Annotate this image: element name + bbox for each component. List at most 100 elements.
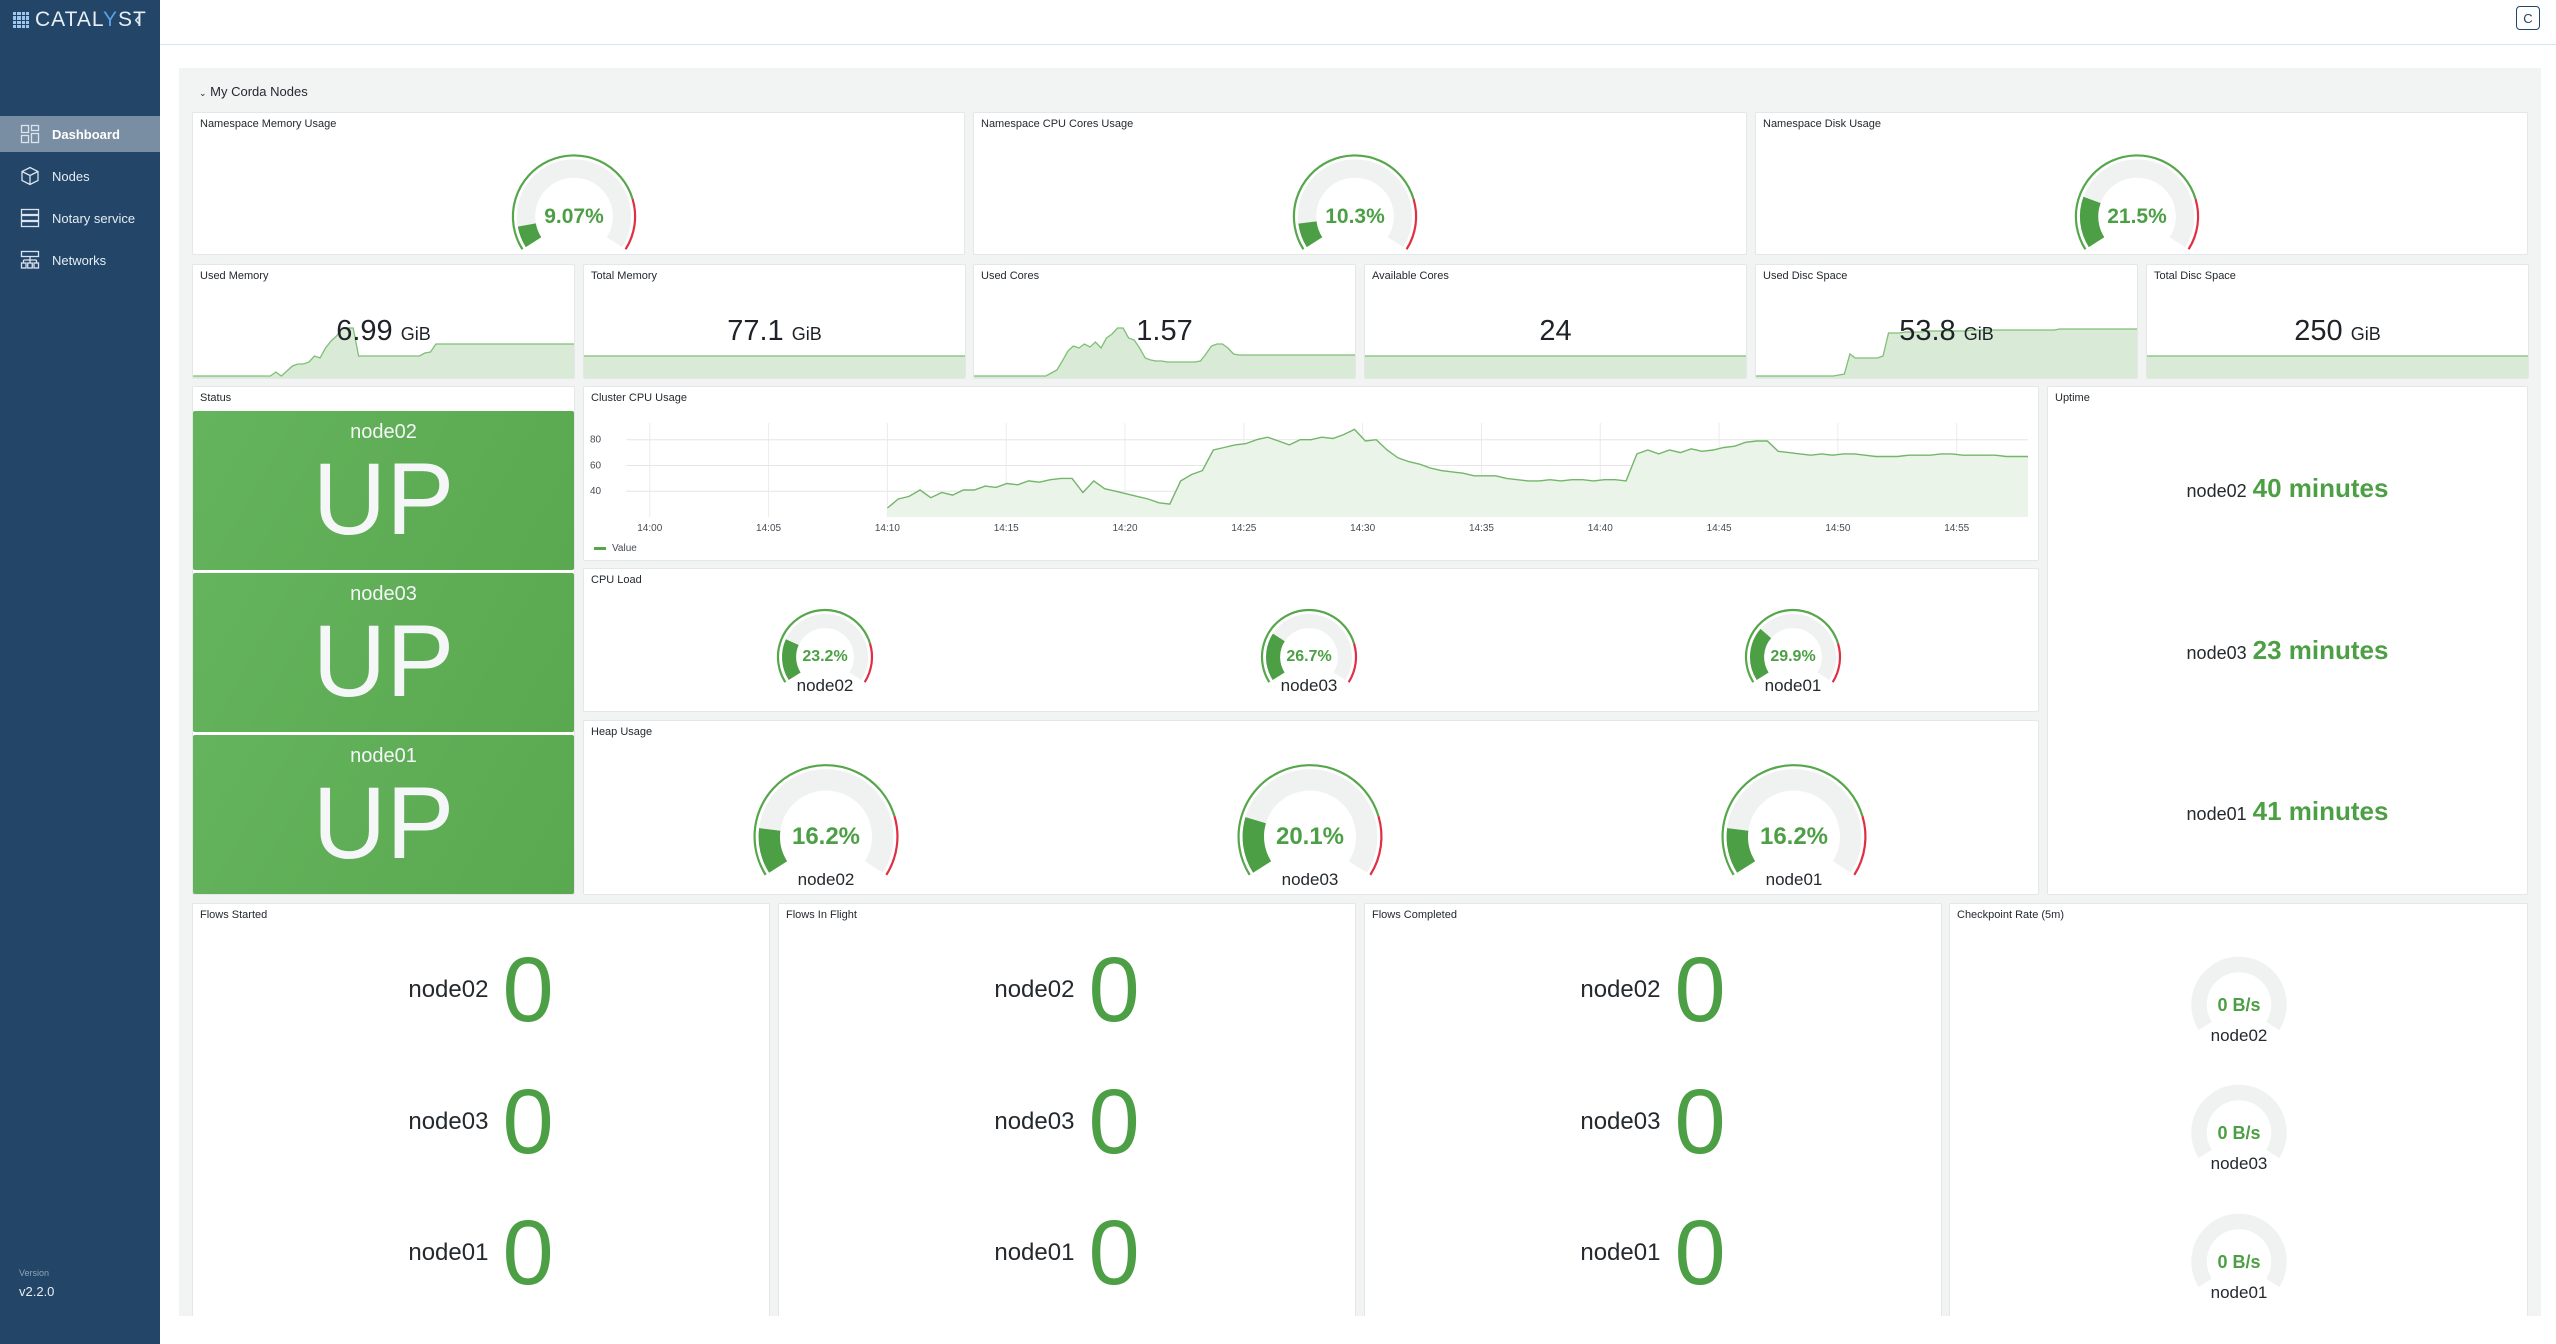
sidebar-item-networks[interactable]: Networks [0,242,160,278]
x-tick-label: 14:15 [994,523,1019,534]
stat-value: 1.57 [974,315,1355,348]
panel-stat-total-disc-space: Total Disc Space 250 GiB [2146,264,2529,379]
uptime-row-node03: node03 23 minutes [2048,635,2527,666]
x-tick-label: 14:35 [1469,523,1494,534]
panel-stat-used-cores: Used Cores 1.57 [973,264,1356,379]
x-tick-label: 14:05 [756,523,781,534]
gauge-value: 21.5% [2107,204,2167,228]
sidebar-item-label: Notary service [52,210,136,226]
gauge-node-label: node03 [1280,676,1338,695]
status-tile-node02: node02 UP [193,411,574,570]
gauge-node-label: node01 [2210,1283,2268,1303]
sidebar-item-nodes[interactable]: Nodes [0,158,160,194]
gauge-dial [753,764,899,876]
flow-value: 0 [1088,939,1140,1041]
panel-cluster-cpu-usage: Cluster CPU Usage 14:00 14:05 14:10 14:15 14… [583,386,2039,561]
version-info: Version v2.2.0 [19,1268,54,1299]
panel-checkpoint-rate: Checkpoint Rate (5m) 0 B/s node02 0 B/s no… [1949,903,2528,1316]
gauge-dial [2191,1213,2287,1288]
panel-title: Checkpoint Rate (5m) [1957,909,2064,921]
flow-node-name: node01 [994,1239,1075,1266]
catalyst-logo[interactable]: CATALYST [13,8,147,32]
flow-row-node01: node01 0 [779,1207,1355,1299]
x-tick-label: 14:30 [1350,523,1375,534]
stat-value: 6.99 GiB [193,315,574,348]
panel-stat-total-memory: Total Memory 77.1 GiB [583,264,966,379]
panel-title: Total Memory [591,270,658,282]
gauge-dial [1260,608,1358,683]
gauge-node02: 16.2% node02 [750,753,902,890]
stat-value: 24 [1365,315,1746,348]
flow-node-name: node03 [994,1108,1075,1135]
x-tick-label: 14:20 [1113,523,1138,534]
gauge-node01: 16.2% node01 [1718,753,1870,890]
user-menu-button[interactable]: C [2516,6,2540,30]
uptime-node-name: node01 [2186,804,2247,824]
sidebar-item-notary-service[interactable]: Notary service [0,200,160,236]
flow-node-name: node01 [1580,1239,1661,1266]
panel-namespace-memory: Namespace Memory Usage 9.07% [192,112,965,255]
x-tick-label: 14:10 [875,523,900,534]
stat-number: 53.8 [1899,315,1956,347]
flow-value: 0 [1674,939,1726,1041]
gauge-node-label: node01 [1764,676,1822,695]
gauge-node02: 23.2% node02 [775,602,875,696]
x-tick-label: 14:25 [1231,523,1256,534]
row-toggle-my-corda-nodes[interactable]: ⌄ My Corda Nodes [199,84,308,99]
stat-number: 1.57 [1136,315,1193,347]
cluster-cpu-chart[interactable]: 14:00 14:05 14:10 14:15 14:20 14:25 14:30 14:35… [584,387,2040,562]
gauge-node-label: node03 [1281,869,1339,889]
dashboard: ⌄ My Corda Nodes Namespace Memory Usage … [179,68,2541,1316]
gauge-node03: 0 B/s node03 [2184,1072,2294,1174]
brand-accent-letter: Y [103,8,119,31]
flow-node-name: node03 [408,1108,489,1135]
flow-value: 0 [502,1071,554,1173]
flow-node-name: node02 [1580,976,1661,1003]
flow-node-name: node02 [994,976,1075,1003]
flow-node-name: node01 [408,1239,489,1266]
sidebar-item-dashboard[interactable]: Dashboard [0,116,160,152]
uptime-row-node02: node02 40 minutes [2048,473,2527,504]
x-tick-label: 14:40 [1588,523,1613,534]
panel-stat-available-cores: Available Cores 24 [1364,264,1747,379]
status-value: UP [312,604,455,718]
uptime-value: 41 minutes [2252,796,2389,826]
flow-node-name: node02 [408,976,489,1003]
version-value: v2.2.0 [19,1284,55,1299]
gauge-dial [2074,154,2200,250]
panel-title: Available Cores [1372,270,1449,282]
gauge-dial [2191,956,2287,1031]
gauge-node01: 0 B/s node01 [2184,1201,2294,1303]
gauge-dial [1744,608,1842,683]
status-value: UP [312,442,455,556]
gauge-node01: 29.9% node01 [1743,602,1843,696]
panel-flows-in-flight: Flows In Flight node02 0 node03 0 node01… [778,903,1356,1316]
x-tick-label: 14:00 [637,523,662,534]
stat-unit: GiB [791,324,822,344]
gauge: 9.07% [509,145,639,252]
gauge-node03: 20.1% node03 [1234,753,1386,890]
sidebar: CATALYST ‹ Dashboard Nodes Notary servic… [0,0,160,1344]
uptime-value: 40 minutes [2252,473,2389,503]
stat-value: 77.1 GiB [584,315,965,348]
network-icon [20,250,40,269]
panel-title: Flows Started [200,909,268,921]
panel-stat-used-memory: Used Memory 6.99 GiB [192,264,575,379]
gauge-value: 0 B/s [2217,994,2261,1015]
brand-name: CATALYST [35,8,147,31]
flow-row-node01: node01 0 [193,1207,769,1299]
panel-flows-started: Flows Started node02 0 node03 0 node01 0 [192,903,770,1316]
gauge-value: 0 B/s [2217,1251,2261,1272]
gauge-value: 10.3% [1325,204,1385,228]
status-node-name: node02 [350,421,417,443]
panel-uptime: Uptime node02 40 minutes node03 23 minutes… [2047,386,2528,895]
gauge-value: 23.2% [802,648,848,665]
stat-number: 24 [1539,315,1572,347]
stat-number: 77.1 [727,315,784,347]
collapse-sidebar-button[interactable]: ‹ [134,6,141,32]
chart-legend[interactable]: Value [594,543,637,554]
sparkline-area [1365,356,1746,378]
chevron-down-icon: ⌄ [199,88,207,98]
gauge-dial [2191,1084,2287,1159]
uptime-row-node01: node01 41 minutes [2048,796,2527,827]
